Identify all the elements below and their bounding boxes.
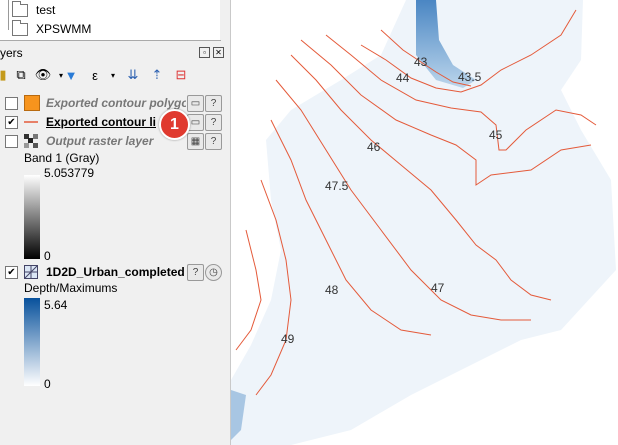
help-indicator-icon[interactable]: ? <box>205 94 222 112</box>
band-min-label: 0 <box>44 249 51 263</box>
folder-icon <box>12 19 28 36</box>
depth-label: Depth/Maximums <box>24 281 118 295</box>
layer-row-output-raster[interactable]: Output raster layer ▦ ? <box>0 132 230 150</box>
browser-item-xpswmm[interactable]: XPSWMM <box>12 19 92 38</box>
browser-item-test[interactable]: test <box>12 0 56 19</box>
layer-name: Exported contour polygo <box>46 96 186 110</box>
line-symbol-icon <box>24 115 38 129</box>
contour-label: 49 <box>281 332 295 346</box>
float-panel-button[interactable]: ▫ <box>199 47 210 58</box>
help-indicator-icon[interactable]: ? <box>187 263 204 281</box>
layer-name: Exported contour lin <box>46 115 156 129</box>
filter-indicator-icon[interactable]: ▭ <box>187 94 204 112</box>
depth-min-label: 0 <box>44 377 51 391</box>
depth-ramp <box>24 298 40 386</box>
contour-label: 45 <box>489 128 503 142</box>
filter-expression-icon[interactable]: ε <box>86 66 104 84</box>
folder-icon <box>12 0 28 17</box>
contour-label: 46 <box>367 140 381 154</box>
contour-map: 43 43.5 44 45 46 47.5 47 48 49 <box>231 0 616 445</box>
map-canvas[interactable]: 43 43.5 44 45 46 47.5 47 48 49 <box>230 0 618 445</box>
help-indicator-icon[interactable]: ? <box>205 132 222 150</box>
remove-layer-icon[interactable]: ⊟ <box>172 66 190 84</box>
manage-map-themes-icon[interactable]: 👁 <box>34 66 52 84</box>
raster-indicator-icon[interactable]: ▦ <box>187 132 204 150</box>
clock-icon[interactable]: ◷ <box>205 263 222 281</box>
paint-icon[interactable]: ▮ <box>0 66 12 84</box>
tree-line <box>8 0 9 30</box>
filter-legend-icon[interactable]: ▼ <box>62 66 80 84</box>
gray-ramp <box>24 175 40 259</box>
depth-max-label: 5.64 <box>44 298 68 312</box>
expand-all-icon[interactable]: ⇊ <box>124 66 142 84</box>
contour-label: 48 <box>325 283 339 297</box>
layers-panel-title: yers <box>0 46 23 60</box>
browser-item-label: XPSWMM <box>36 22 92 36</box>
layer-checkbox[interactable] <box>5 96 18 110</box>
polygon-fill-icon <box>24 95 40 111</box>
contour-label: 47 <box>431 281 445 295</box>
layers-toolbar: ▮ ⧉ 👁 ▾ ▼ ε ▾ ⇊ ⇡ ⊟ <box>0 64 230 86</box>
browser-scrollbar[interactable] <box>220 0 230 40</box>
layer-checkbox[interactable]: ✔ <box>5 115 18 129</box>
contour-label: 47.5 <box>325 179 349 193</box>
browser-tree: test XPSWMM <box>0 0 221 41</box>
dock-buttons: ▫ ✕ <box>199 47 224 58</box>
layer-row-mesh[interactable]: ✔ 1D2D_Urban_completed ? ◷ <box>0 263 230 281</box>
contour-label: 43 <box>414 55 428 69</box>
band-max-label: 5.053779 <box>44 166 95 180</box>
step-badge: 1 <box>159 109 190 140</box>
help-indicator-icon[interactable]: ? <box>205 113 222 131</box>
layer-checkbox[interactable] <box>5 134 18 148</box>
contour-label: 44 <box>396 71 410 85</box>
layer-checkbox[interactable]: ✔ <box>5 265 18 279</box>
chevron-down-icon[interactable]: ▾ <box>104 66 122 84</box>
mesh-icon <box>23 264 39 280</box>
move-up-icon[interactable]: ⇡ <box>148 66 166 84</box>
layer-row-contour-polygons[interactable]: Exported contour polygo ▭ ? <box>0 94 230 112</box>
browser-item-label: test <box>36 3 56 17</box>
layers-panel: test XPSWMM yers ▫ ✕ ▮ ⧉ 👁 ▾ ▼ ε ▾ ⇊ ⇡ ⊟… <box>0 0 230 445</box>
layer-row-contour-lines[interactable]: ✔ Exported contour lin ▭ ? <box>0 113 230 131</box>
raster-icon <box>24 134 38 148</box>
open-layer-styling-icon[interactable]: ⧉ <box>12 66 30 84</box>
layer-name: 1D2D_Urban_completed <box>46 265 185 279</box>
contour-label: 43.5 <box>458 70 482 84</box>
band-label: Band 1 (Gray) <box>24 151 100 165</box>
close-panel-button[interactable]: ✕ <box>213 47 224 58</box>
